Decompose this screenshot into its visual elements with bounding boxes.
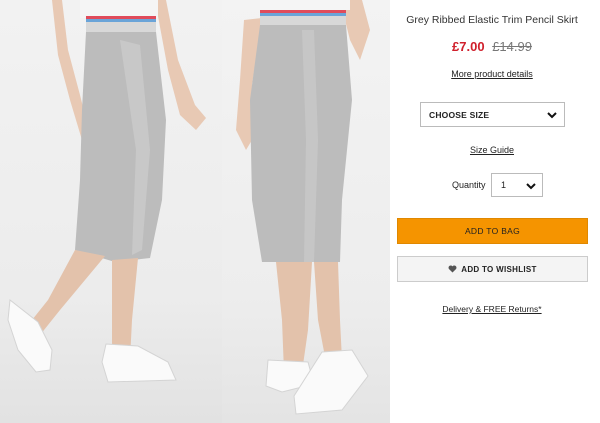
skirt-back-illustration [236,0,370,415]
quantity-label: Quantity [452,180,486,190]
add-to-wishlist-button[interactable]: ADD TO WISHLIST [397,256,588,282]
quantity-dropdown-value: 1 [501,180,507,190]
more-product-details-link[interactable]: More product details [390,69,594,79]
original-price: £14.99 [492,39,532,54]
size-dropdown[interactable]: CHOOSE SIZE [420,102,565,127]
chevron-down-icon [526,183,536,190]
quantity-dropdown[interactable]: 1 [491,173,543,197]
product-title: Grey Ribbed Elastic Trim Pencil Skirt [406,14,578,26]
product-details-panel: Grey Ribbed Elastic Trim Pencil Skirt £7… [390,0,600,423]
delivery-returns-link[interactable]: Delivery & FREE Returns* [390,304,594,314]
product-image-front[interactable] [0,0,222,423]
add-to-bag-button[interactable]: ADD TO BAG [397,218,588,244]
skirt-front-illustration [7,0,206,383]
chevron-down-icon [547,112,557,119]
size-dropdown-value: CHOOSE SIZE [429,109,490,120]
price-block: £7.00 £14.99 [390,39,594,54]
add-to-wishlist-label: ADD TO WISHLIST [461,264,537,274]
size-guide-link[interactable]: Size Guide [390,145,594,155]
current-price: £7.00 [452,39,485,54]
heart-icon [448,265,457,273]
product-image-back[interactable] [222,0,390,423]
